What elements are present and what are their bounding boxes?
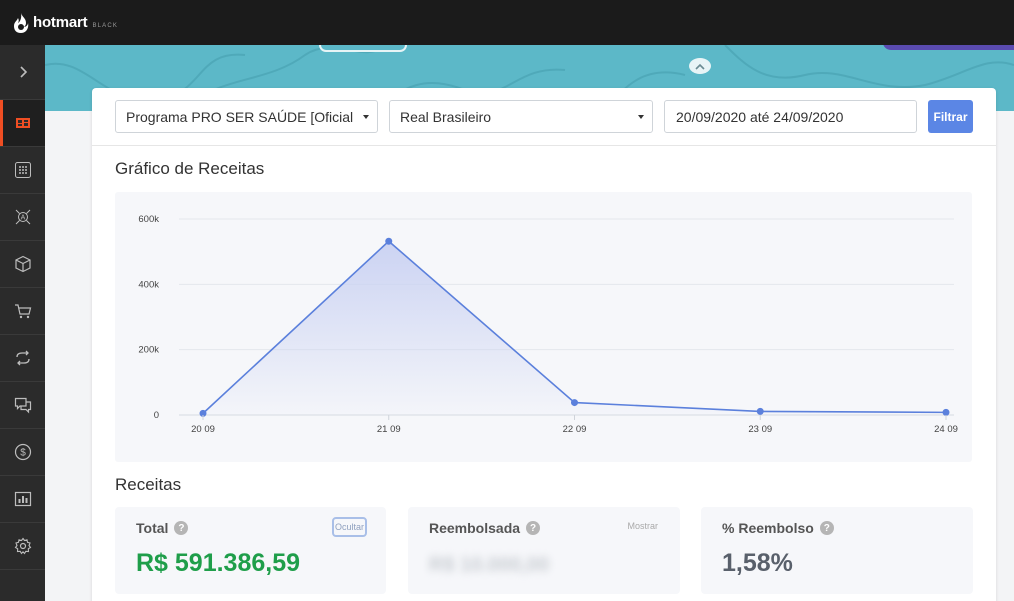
currency-select-value: Real Brasileiro (400, 108, 492, 125)
x-tick-label: 23 09 (748, 424, 772, 435)
y-tick-label: 200k (138, 345, 159, 356)
recurrence-icon (15, 350, 30, 366)
stat-refund-percent-label-row: % Reembolso ? (722, 520, 834, 536)
chevron-up-icon (695, 63, 705, 70)
logo-subtitle: BLACK (92, 22, 119, 29)
stat-refund-percent-value: 1,58% (722, 549, 793, 577)
chart-section-title: Gráfico de Receitas (115, 159, 265, 178)
dashboard-card: Programa PRO SER SAÚDE [Oficial Real Bra… (92, 88, 996, 601)
sidebar-item-recurrence[interactable] (0, 335, 45, 382)
sidebar-item-products[interactable] (0, 241, 45, 288)
filter-bar: Programa PRO SER SAÚDE [Oficial Real Bra… (92, 88, 996, 146)
sidebar-item-sales[interactable] (0, 288, 45, 335)
filter-button[interactable]: Filtrar (928, 100, 973, 133)
y-tick-label: 400k (138, 279, 159, 290)
sidebar-item-apps[interactable] (0, 147, 45, 194)
area-fill (203, 241, 946, 415)
currency-select[interactable]: Real Brasileiro (389, 100, 653, 133)
stat-refunded-label: Reembolsada (429, 520, 521, 536)
affiliates-network-icon: A (15, 209, 30, 225)
sidebar-item-dashboard[interactable] (0, 100, 45, 147)
cart-icon (14, 304, 31, 319)
top-bar: hotmart BLACK (0, 0, 1014, 45)
reports-chart-icon (14, 491, 31, 507)
show-value-button[interactable]: Mostrar (627, 521, 658, 531)
date-range-input[interactable]: 20/09/2020 até 24/09/2020 (664, 100, 917, 133)
stat-refunded-value-hidden: R$ 10.000,00 (429, 554, 550, 576)
data-point (571, 399, 578, 407)
stat-total-value: R$ 591.386,59 (136, 549, 301, 577)
currency-select-caret-icon (638, 115, 644, 119)
help-icon[interactable]: ? (819, 521, 834, 535)
messages-icon (14, 397, 31, 414)
x-tick-label: 20 09 (191, 424, 215, 435)
stat-total-label-row: Total ? (136, 520, 189, 536)
revenue-chart: 0 200k 400k 600k 20 09 21 09 22 09 23 09 24 09 (115, 192, 972, 462)
money-icon: $ (14, 443, 31, 461)
stat-refunded-label-row: Reembolsada ? (429, 520, 541, 536)
data-point (385, 237, 393, 245)
hotmart-logo[interactable]: hotmart BLACK (12, 12, 118, 34)
y-tick-label: 0 (154, 410, 159, 421)
sidebar-item-settings[interactable] (0, 523, 45, 570)
logo-text: hotmart (33, 14, 88, 31)
sidebar-item-finance[interactable]: $ (0, 429, 45, 476)
sidebar-item-reports[interactable] (0, 476, 45, 523)
svg-text:$: $ (20, 448, 26, 459)
sidebar-item-messages[interactable] (0, 382, 45, 429)
x-tick-label: 22 09 (563, 424, 587, 435)
product-box-icon (14, 255, 31, 273)
revenue-chart-svg: 0 200k 400k 600k 20 09 21 09 22 09 23 09 24 09 (138, 214, 958, 435)
revenue-section-title: Receitas (115, 475, 182, 494)
hide-value-button[interactable]: Ocultar (331, 517, 367, 537)
flame-icon (14, 12, 29, 33)
stat-card-refunded: Reembolsada ? Mostrar R$ 10.000,00 (408, 507, 680, 594)
settings-gear-icon (14, 537, 31, 555)
help-icon[interactable]: ? (526, 521, 541, 535)
banner-collapse-button[interactable] (689, 58, 711, 74)
stat-card-total: Total ? Ocultar R$ 591.386,59 (115, 507, 386, 594)
svg-text:A: A (20, 215, 25, 222)
stat-total-label: Total (136, 520, 169, 536)
x-tick-label: 24 09 (934, 424, 958, 435)
dashboard-icon (15, 118, 30, 128)
help-icon[interactable]: ? (174, 521, 189, 535)
data-point (942, 408, 950, 416)
sidebar: A $ (0, 45, 45, 601)
sidebar-item-affiliates[interactable]: A (0, 194, 45, 241)
stat-card-refund-percent: % Reembolso ? 1,58% (701, 507, 973, 594)
x-tick-label: 21 09 (377, 424, 401, 435)
stat-refund-percent-label: % Reembolso (722, 520, 814, 536)
program-select-value: Programa PRO SER SAÚDE [Oficial (126, 108, 354, 125)
chevron-right-icon (19, 66, 27, 78)
sidebar-expand-toggle[interactable] (0, 45, 45, 100)
y-tick-label: 600k (138, 214, 159, 225)
program-select[interactable]: Programa PRO SER SAÚDE [Oficial (115, 100, 378, 133)
apps-grid-icon (14, 162, 31, 178)
program-select-caret-icon (363, 115, 369, 119)
data-point (756, 407, 764, 415)
